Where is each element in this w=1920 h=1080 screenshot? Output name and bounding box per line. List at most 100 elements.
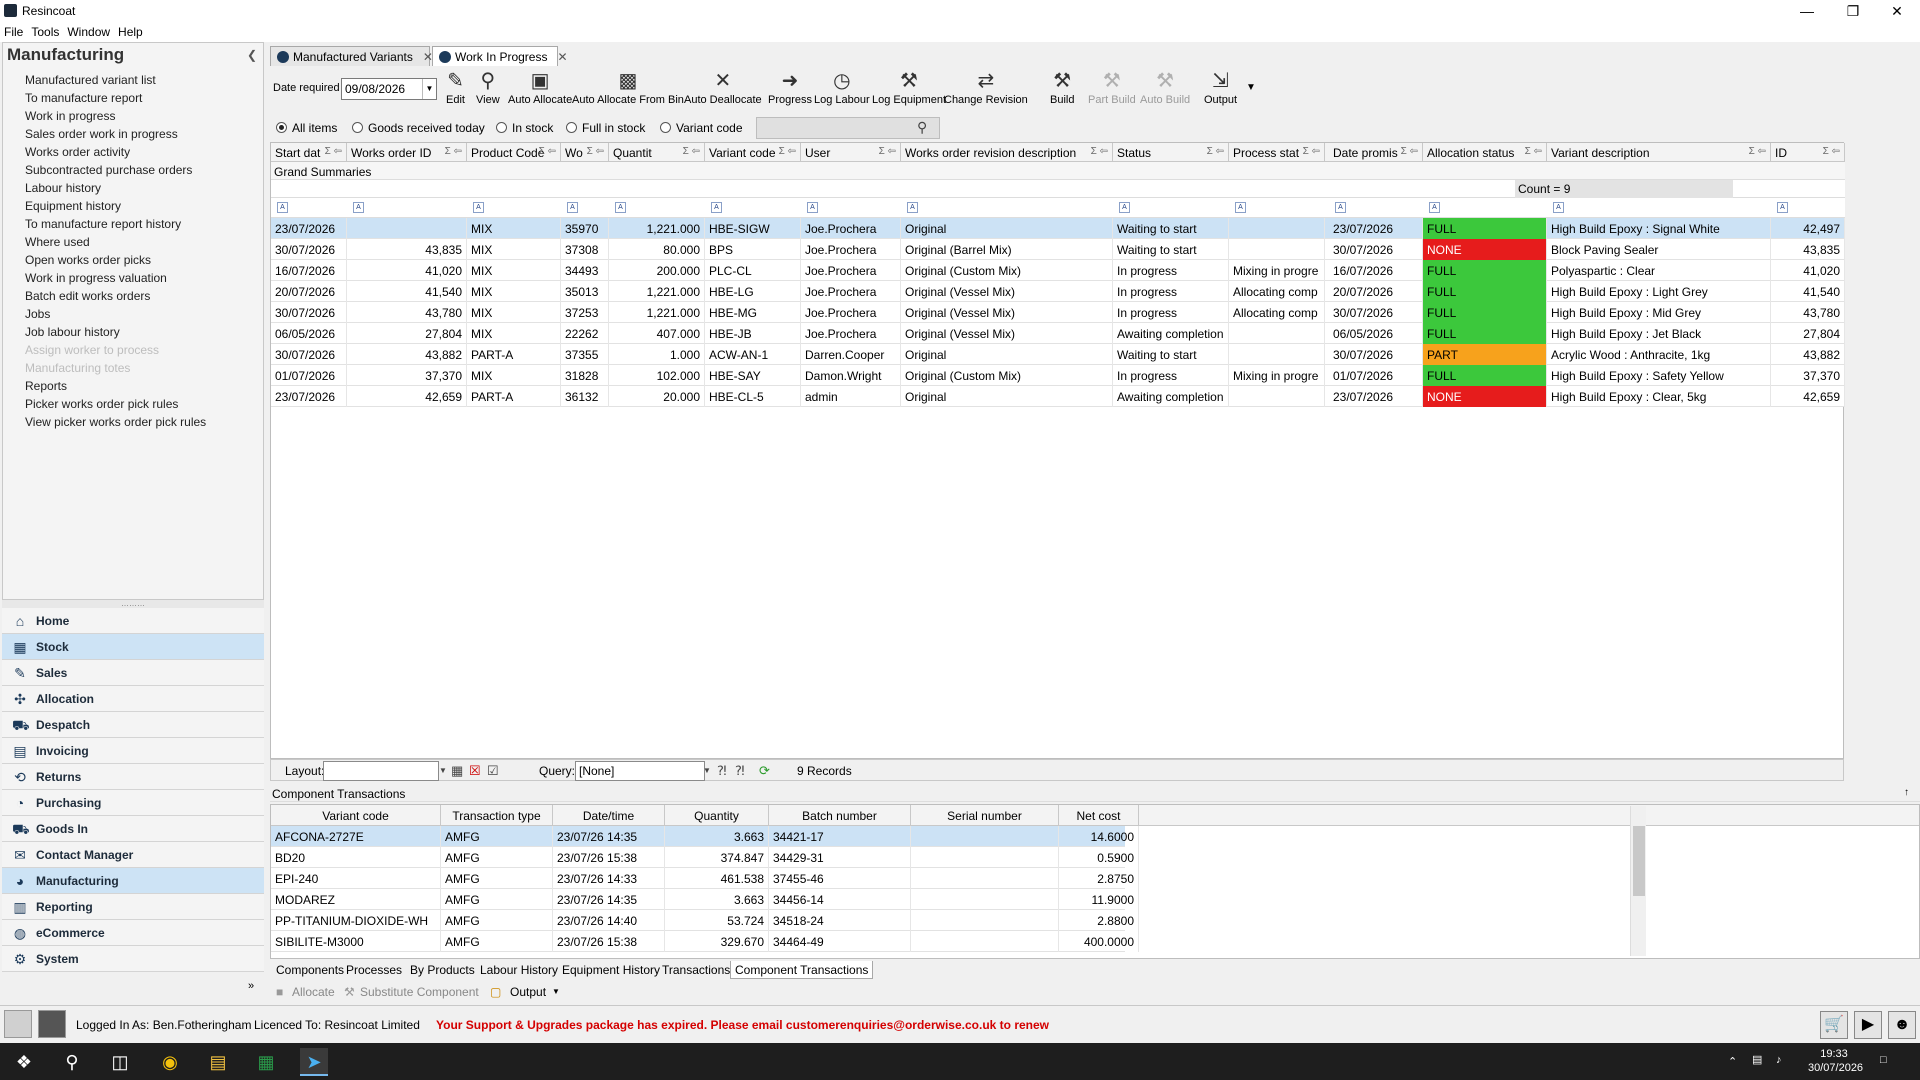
auto-allocate-from-bin-button[interactable]: ▩ Auto Allocate From Bin xyxy=(572,68,684,106)
query-select[interactable]: [None] xyxy=(575,761,705,781)
volume-icon[interactable]: ♪ xyxy=(1776,1053,1782,1067)
nav-item-returns[interactable]: ⟲ Returns xyxy=(2,764,264,790)
table-row[interactable]: 01/07/2026 37,370 MIX 31828 102.000 HBE-SAY Da… xyxy=(271,365,1845,386)
search-icon[interactable]: ⚲ xyxy=(917,119,927,136)
radio-button[interactable] xyxy=(566,122,577,133)
table-row[interactable]: 23/07/2026 42,659 PART-A 36132 20.000 HBE-CL-… xyxy=(271,386,1845,407)
module-menu-item[interactable]: Work in progress xyxy=(25,107,206,125)
column-header[interactable]: Variant code xyxy=(271,805,441,826)
column-filter-icon[interactable]: A xyxy=(1335,202,1346,213)
excel-icon[interactable]: ▦ xyxy=(252,1048,280,1076)
menu-tools[interactable]: Tools xyxy=(27,22,63,39)
substitute-component-button[interactable]: Substitute Component xyxy=(360,985,479,999)
column-filter-icon[interactable]: A xyxy=(807,202,818,213)
sort-filter-icon[interactable]: Σ ⇦ xyxy=(445,146,462,157)
allocate-button[interactable]: Allocate xyxy=(292,985,335,999)
filter-full-in-stock[interactable]: Full in stock xyxy=(566,121,645,135)
radio-button[interactable] xyxy=(496,122,507,133)
auto-allocate-button[interactable]: ▣ Auto Allocate xyxy=(508,68,572,106)
tab-component-transactions[interactable]: Component Transactions xyxy=(730,961,874,979)
nav-item-allocation[interactable]: ✣ Allocation xyxy=(2,686,264,712)
sort-filter-icon[interactable]: Σ ⇦ xyxy=(683,146,700,157)
tab-labour-history[interactable]: Labour History xyxy=(476,961,562,979)
nav-item-reporting[interactable]: ▥ Reporting xyxy=(2,894,264,920)
build-button[interactable]: ⚒ Build xyxy=(1050,68,1074,106)
sort-filter-icon[interactable]: Σ ⇦ xyxy=(325,146,342,157)
sort-filter-icon[interactable]: Σ ⇦ xyxy=(1823,146,1840,157)
table-row[interactable]: EPI-240 AMFG 23/07/26 14:33 461.538 37455-46… xyxy=(271,868,1139,889)
column-header[interactable]: Works order revision description Σ ⇦ xyxy=(901,143,1113,162)
column-header[interactable]: User Σ ⇦ xyxy=(801,143,901,162)
filter-variant-code[interactable]: Variant code xyxy=(660,121,743,135)
query-edit-icon[interactable]: ⁈ xyxy=(735,763,745,779)
close-tab-icon[interactable]: ✕ xyxy=(557,50,567,64)
restore-button[interactable]: ❐ xyxy=(1830,0,1876,22)
nav-item-invoicing[interactable]: ▤ Invoicing xyxy=(2,738,264,764)
column-header[interactable]: Product Code Σ ⇦ xyxy=(467,143,561,162)
sort-filter-icon[interactable]: Σ ⇦ xyxy=(587,146,604,157)
filter-in-stock[interactable]: In stock xyxy=(496,121,553,135)
table-row[interactable]: BD20 AMFG 23/07/26 15:38 374.847 34429-31 0.5… xyxy=(271,847,1139,868)
pin-icon[interactable]: ↑ xyxy=(1904,787,1909,798)
column-filter-icon[interactable]: A xyxy=(711,202,722,213)
module-menu-item[interactable]: To manufacture report xyxy=(25,89,206,107)
sort-filter-icon[interactable]: Σ ⇦ xyxy=(1749,146,1766,157)
module-menu-item[interactable]: Manufactured variant list xyxy=(25,71,206,89)
tab-components[interactable]: Components xyxy=(272,961,348,979)
dropdown-arrow-icon[interactable]: ▼ xyxy=(422,79,436,99)
cart-icon[interactable]: 🛒 xyxy=(1820,1011,1848,1039)
log-labour-button[interactable]: ◷ Log Labour xyxy=(814,68,870,106)
table-row[interactable]: SIBILITE-M3000 AMFG 23/07/26 15:38 329.670 3… xyxy=(271,931,1139,952)
sort-filter-icon[interactable]: Σ ⇦ xyxy=(779,146,796,157)
output-dropdown-arrow-icon[interactable]: ▼ xyxy=(552,987,560,996)
module-menu-item[interactable]: Batch edit works orders xyxy=(25,287,206,305)
sort-filter-icon[interactable]: Σ ⇦ xyxy=(1207,146,1224,157)
windows-start-icon[interactable]: ❖ xyxy=(10,1048,38,1076)
nav-item-system[interactable]: ⚙ System xyxy=(2,946,264,972)
save-layout-icon[interactable]: ▦ xyxy=(451,763,463,779)
column-header[interactable]: Quantit Σ ⇦ xyxy=(609,143,705,162)
module-menu-item[interactable]: Sales order work in progress xyxy=(25,125,206,143)
output-button[interactable]: Output xyxy=(510,985,546,999)
progress-button[interactable]: ➜ Progress xyxy=(768,68,812,106)
user-search-icon[interactable] xyxy=(4,1010,32,1038)
query-dropdown-icon[interactable]: ▼ xyxy=(703,766,711,775)
column-header[interactable]: Works order ID Σ ⇦ xyxy=(347,143,467,162)
sort-filter-icon[interactable]: Σ ⇦ xyxy=(1401,146,1418,157)
table-row[interactable]: PP-TITANIUM-DIOXIDE-WH AMFG 23/07/26 14:40… xyxy=(271,910,1139,931)
module-menu-item[interactable]: To manufacture report history xyxy=(25,215,206,233)
module-menu-item[interactable]: Equipment history xyxy=(25,197,206,215)
minimize-button[interactable]: — xyxy=(1784,0,1830,22)
filter-all-items[interactable]: All items xyxy=(276,121,337,135)
nav-item-stock[interactable]: ▦ Stock xyxy=(2,634,264,660)
menu-window[interactable]: Window xyxy=(63,22,114,39)
radio-button[interactable] xyxy=(276,122,287,133)
menu-help[interactable]: Help xyxy=(114,22,147,39)
sort-filter-icon[interactable]: Σ ⇦ xyxy=(1303,146,1320,157)
scrollbar-thumb[interactable] xyxy=(1633,826,1645,896)
tray-chevron-icon[interactable]: ⌃ xyxy=(1728,1055,1737,1069)
nav-item-despatch[interactable]: ⛟ Despatch xyxy=(2,712,264,738)
sort-filter-icon[interactable]: Σ ⇦ xyxy=(539,146,556,157)
query-help-icon[interactable]: ⁈ xyxy=(717,763,727,779)
module-menu-item[interactable]: Jobs xyxy=(25,305,206,323)
nav-item-purchasing[interactable]: ◔ Purchasing xyxy=(2,790,264,816)
module-menu-item[interactable]: Work in progress valuation xyxy=(25,269,206,287)
view-button[interactable]: ⚲ View xyxy=(476,68,500,106)
column-header[interactable]: Variant code Σ ⇦ xyxy=(705,143,801,162)
column-header[interactable]: Transaction type xyxy=(441,805,553,826)
column-header[interactable]: Wo Σ ⇦ xyxy=(561,143,609,162)
radio-button[interactable] xyxy=(352,122,363,133)
column-filter-icon[interactable]: A xyxy=(1429,202,1440,213)
column-filter-icon[interactable]: A xyxy=(277,202,288,213)
date-required-input[interactable]: 09/08/2026 ▼ xyxy=(341,78,437,100)
package-icon[interactable] xyxy=(38,1010,66,1038)
column-header[interactable]: Net cost xyxy=(1059,805,1139,826)
column-header[interactable]: Allocation status Σ ⇦ xyxy=(1423,143,1547,162)
tab-manufactured-variants[interactable]: Manufactured Variants ✕ xyxy=(270,46,433,66)
output-button[interactable]: ⇲ Output xyxy=(1204,68,1237,106)
auto-deallocate-button[interactable]: ✕ Auto Deallocate xyxy=(684,68,762,106)
table-row[interactable]: 20/07/2026 41,540 MIX 35013 1,221.000 HBE-LG J… xyxy=(271,281,1845,302)
user-icon[interactable]: ☻ xyxy=(1888,1011,1916,1039)
column-header[interactable]: Batch number xyxy=(769,805,911,826)
